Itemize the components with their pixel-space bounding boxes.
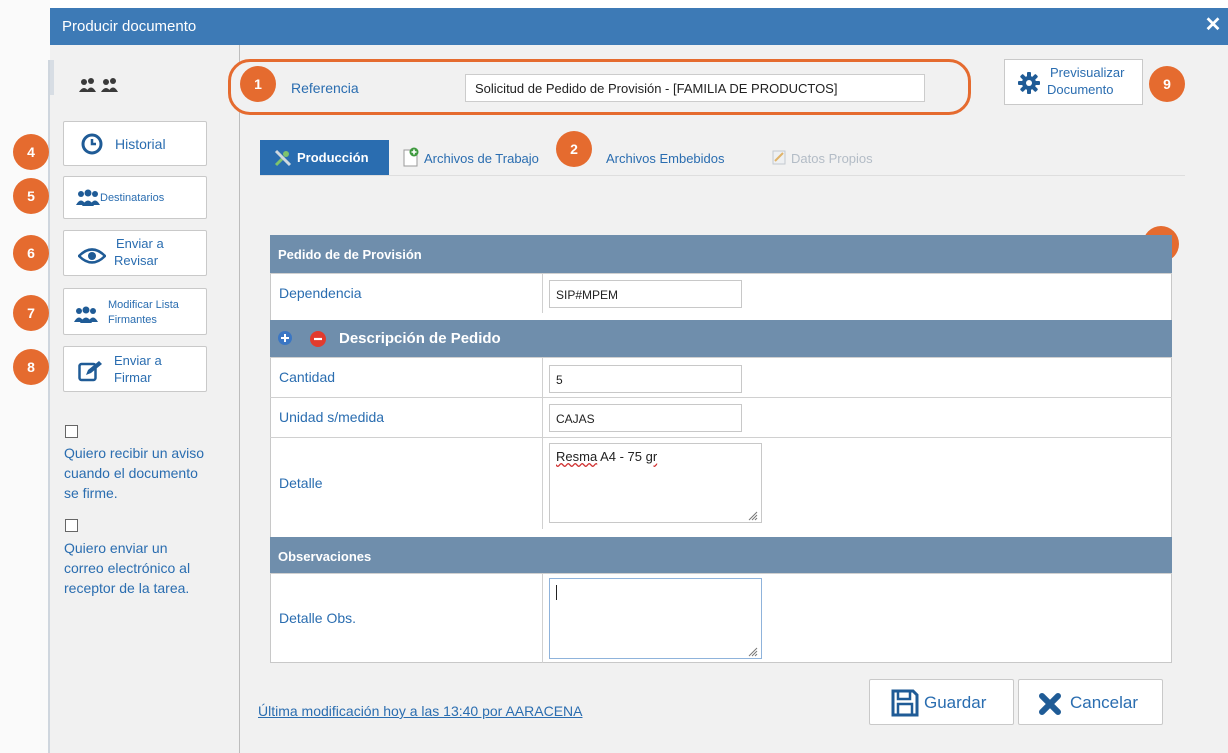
notify-line-2: cuando el documento (64, 465, 198, 481)
users-group-icon (79, 74, 121, 96)
email-line-2: correo electrónico al (64, 560, 191, 576)
unidad-label: Unidad s/medida (279, 409, 385, 425)
cancel-button[interactable]: Cancelar (1018, 679, 1163, 725)
recipients-label: Destinatarios (100, 192, 165, 204)
send-email-checkbox[interactable] (65, 519, 78, 532)
dependencia-input[interactable]: SIP#MPEM (549, 280, 742, 308)
cantidad-input[interactable]: 5 (549, 365, 742, 393)
note-icon (771, 149, 787, 165)
badge-9: 9 (1149, 66, 1185, 102)
tab-archivos-embebidos-label: Archivos Embebidos (606, 151, 725, 166)
send-to-sign-button[interactable]: Enviar a Firmar (63, 346, 207, 392)
preview-label-2: Documento (1047, 82, 1114, 97)
close-icon[interactable]: ✕ (1202, 14, 1224, 36)
section-descripcion-title: Descripción de Pedido (339, 330, 501, 347)
badge-8: 8 (13, 349, 49, 385)
detalle-word-2: gr (645, 449, 658, 464)
tab-datos-propios-label: Datos Propios (791, 151, 873, 166)
col-separator (542, 273, 543, 313)
section-observaciones-title: Observaciones (278, 549, 372, 564)
section-observaciones-header: Observaciones (270, 537, 1172, 573)
tools-icon (274, 149, 292, 167)
users-icon (76, 189, 100, 207)
tab-archivos-embebidos[interactable]: Archivos Embebidos (588, 140, 748, 175)
dialog-title: Producir documento (62, 18, 197, 35)
section-pedido-title: Pedido de de Provisión (278, 247, 422, 262)
detalle-label: Detalle (279, 475, 323, 491)
file-add-icon (402, 147, 420, 167)
screen: Producir documento ✕ Historial 4 Destina… (0, 0, 1228, 753)
eye-icon (77, 247, 107, 265)
modify-signers-button[interactable]: Modificar Lista Firmantes (63, 288, 207, 335)
badge-4: 4 (13, 134, 49, 170)
text-cursor (556, 585, 557, 601)
col-separator (542, 573, 543, 663)
badge-7: 7 (13, 295, 49, 331)
tab-produccion[interactable]: Producción (260, 140, 389, 175)
detalle-obs-textarea[interactable] (549, 578, 762, 659)
notify-signed-text: Quiero recibir un aviso cuando el docume… (64, 443, 234, 503)
col-separator (542, 357, 543, 529)
section-pedido-header: Pedido de de Provisión (270, 235, 1172, 273)
badge-2: 2 (556, 131, 592, 167)
edit-icon (78, 360, 104, 382)
gear-icon (1018, 72, 1040, 94)
dialog-titlebar: Producir documento ✕ (50, 8, 1228, 45)
tab-archivos-trabajo[interactable]: Archivos de Trabajo (402, 140, 552, 175)
send-sign-label-2: Firmar (114, 370, 152, 385)
section-descripcion-header: Descripción de Pedido (270, 320, 1172, 357)
save-button[interactable]: Guardar (869, 679, 1014, 725)
badge-1: 1 (240, 66, 276, 102)
badge-5: 5 (13, 178, 49, 214)
tab-datos-propios[interactable]: Datos Propios (771, 140, 891, 175)
resize-handle-icon[interactable] (748, 509, 758, 521)
send-review-label-1: Enviar a (116, 236, 164, 251)
tab-produccion-label: Producción (297, 150, 369, 165)
users-icon (74, 306, 98, 324)
email-line-3: receptor de la tarea. (64, 580, 190, 596)
badge-6: 6 (13, 235, 49, 271)
reference-input[interactable]: Solicitud de Pedido de Provisión - [FAMI… (465, 74, 925, 102)
resize-handle-icon[interactable] (748, 645, 758, 657)
dependencia-label: Dependencia (279, 285, 362, 301)
reference-label: Referencia (291, 80, 359, 96)
last-modified-link[interactable]: Última modificación hoy a las 13:40 por … (258, 703, 582, 719)
save-label: Guardar (924, 693, 987, 712)
preview-document-button[interactable]: Previsualizar Documento (1004, 59, 1143, 105)
preview-label-1: Previsualizar (1050, 65, 1125, 80)
modify-signers-label-2: Firmantes (108, 314, 157, 326)
unidad-input[interactable]: CAJAS (549, 404, 742, 432)
email-line-1: Quiero enviar un (64, 540, 168, 556)
notify-line-3: se firme. (64, 485, 118, 501)
minus-icon[interactable] (310, 331, 326, 347)
modify-signers-label-1: Modificar Lista (108, 299, 179, 311)
send-email-text: Quiero enviar un correo electrónico al r… (64, 538, 234, 598)
sidebar-edge (50, 60, 54, 95)
plus-icon[interactable] (278, 331, 292, 345)
send-review-label-2: Revisar (114, 253, 159, 268)
tabs-baseline (260, 175, 1185, 176)
tab-archivos-trabajo-label: Archivos de Trabajo (424, 151, 539, 166)
notify-signed-checkbox[interactable] (65, 425, 78, 438)
detalle-word-1: Resma (556, 449, 598, 464)
history-button[interactable]: Historial (63, 121, 207, 166)
detalle-obs-label: Detalle Obs. (279, 610, 357, 626)
floppy-disk-icon (891, 689, 919, 717)
recipients-button[interactable]: Destinatarios (63, 176, 207, 219)
detalle-mid: A4 - 75 (597, 449, 646, 464)
send-sign-label-1: Enviar a (114, 353, 162, 368)
history-label: Historial (115, 136, 166, 152)
cancel-x-icon (1038, 692, 1062, 716)
detalle-textarea[interactable]: Resma A4 - 75 gr (549, 443, 762, 523)
cancel-label: Cancelar (1070, 693, 1139, 712)
cantidad-label: Cantidad (279, 369, 336, 385)
send-to-review-button[interactable]: Enviar a Revisar (63, 230, 207, 276)
notify-line-1: Quiero recibir un aviso (64, 445, 205, 461)
clock-icon (81, 133, 103, 155)
